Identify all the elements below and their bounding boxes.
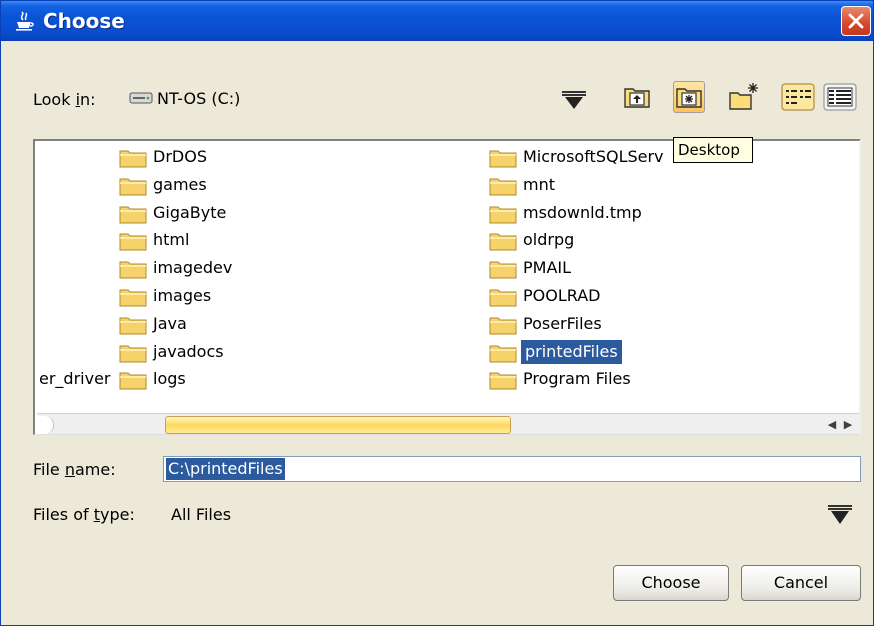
files-of-type-label: Files of type: (33, 505, 135, 524)
folder-icon (489, 315, 517, 335)
folder-icon (489, 343, 517, 363)
folder-icon (489, 259, 517, 279)
file-item-label: imagedev (153, 258, 233, 278)
folder-icon (119, 315, 147, 335)
scroll-right-arrow-icon[interactable]: ▶ (841, 418, 855, 432)
drive-icon (129, 92, 153, 104)
close-button[interactable] (841, 6, 871, 36)
scroll-left-arrow-icon[interactable]: ◀ (825, 418, 839, 432)
choose-button[interactable]: Choose (613, 565, 729, 601)
folder-icon (489, 204, 517, 224)
file-item-label: Java (153, 313, 187, 333)
file-item-label: msdownld.tmp (523, 202, 642, 222)
file-item-label: oldrpg (523, 230, 575, 250)
look-in-combo[interactable]: NT-OS (C:) (119, 79, 605, 119)
folder-icon (489, 176, 517, 196)
files-of-type-value[interactable]: All Files (171, 505, 231, 524)
scrollbar-thumb[interactable] (165, 416, 511, 434)
new-folder-button[interactable] (727, 81, 759, 113)
horizontal-scrollbar[interactable]: ◀ ▶ (37, 413, 859, 434)
details-view-icon (823, 83, 857, 111)
java-cup-icon (16, 11, 34, 31)
file-item-label: POOLRAD (523, 286, 601, 305)
list-view-button[interactable] (781, 81, 815, 113)
up-one-level-icon (624, 88, 650, 108)
folder-icon (119, 176, 147, 196)
folder-icon (489, 370, 517, 390)
file-name-label: File name: (33, 460, 116, 479)
scroll-track-left (37, 416, 54, 434)
title-bar[interactable]: Choose (1, 1, 873, 41)
folder-icon (489, 287, 517, 307)
list-view-icon (781, 83, 815, 111)
cancel-button[interactable]: Cancel (741, 565, 861, 601)
file-name-input[interactable]: C:\printedFiles (163, 456, 861, 482)
file-chooser-dialog: Choose Look in: NT-OS (C:) er_driver DrD… (0, 0, 874, 626)
folder-icon (119, 148, 147, 168)
desktop-button[interactable] (673, 81, 705, 113)
close-icon (848, 13, 864, 29)
file-item-label: mnt (523, 174, 555, 194)
file-item-label: games (153, 174, 207, 194)
folder-icon (489, 231, 517, 251)
window-title: Choose (43, 9, 125, 33)
file-name-value: C:\printedFiles (166, 458, 285, 480)
file-item-label: printedFiles (521, 339, 622, 364)
chevron-down-icon[interactable] (561, 89, 587, 111)
folder-icon (119, 287, 147, 307)
file-item-cut[interactable]: er_driver (39, 369, 111, 388)
file-item-label: MicrosoftSQLServ (523, 147, 664, 166)
folder-icon (119, 343, 147, 363)
folder-icon (489, 148, 517, 168)
details-view-button[interactable] (823, 81, 857, 113)
file-item-label: javadocs (153, 341, 224, 361)
file-item-label: PMAIL (523, 258, 572, 278)
file-item-label: PoserFiles (523, 313, 602, 333)
look-in-value: NT-OS (C:) (157, 89, 241, 108)
folder-icon (119, 370, 147, 390)
folder-icon (119, 259, 147, 279)
file-item-label: GigaByte (153, 202, 227, 222)
folder-icon (119, 231, 147, 251)
chevron-down-icon[interactable] (827, 503, 853, 527)
up-one-level-button[interactable] (621, 81, 653, 113)
file-item-label: Program Files (523, 369, 631, 389)
desktop-icon (676, 88, 702, 108)
look-in-label: Look in: (33, 90, 96, 109)
file-item-label: logs (153, 369, 186, 389)
file-item-label: images (153, 286, 212, 305)
new-folder-icon (729, 83, 758, 110)
file-list[interactable]: er_driver DrDOS games GigaByte html imagedev… (33, 139, 861, 435)
folder-icon (119, 204, 147, 224)
desktop-tooltip: Desktop (673, 137, 753, 163)
file-item-label: html (153, 230, 190, 250)
file-item-label: DrDOS (153, 147, 207, 166)
